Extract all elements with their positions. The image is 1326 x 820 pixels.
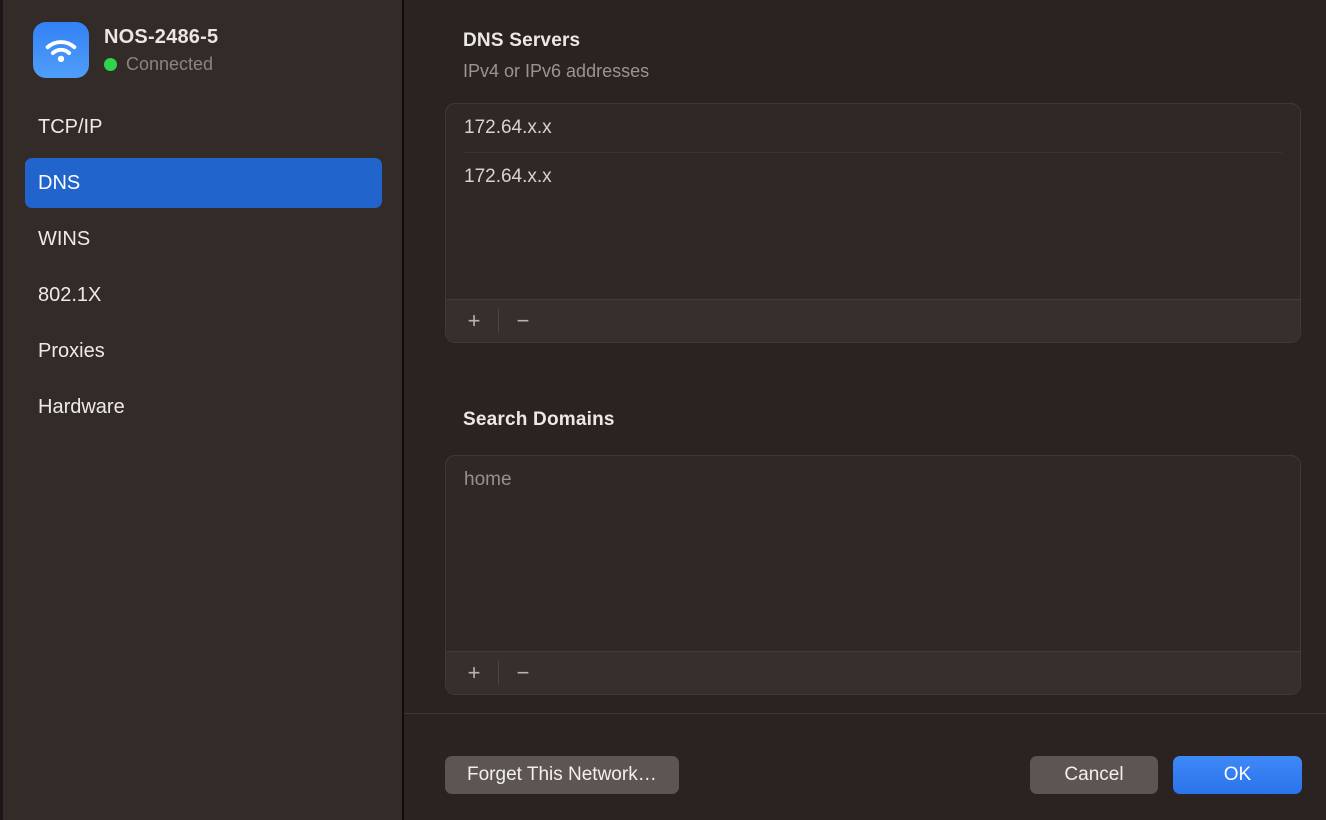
- search-domains-title: Search Domains: [463, 409, 615, 431]
- dns-listbox-footer: + −: [446, 299, 1300, 342]
- search-domains-listbox: home + −: [445, 455, 1301, 695]
- network-status: Connected: [104, 54, 218, 75]
- forget-network-button[interactable]: Forget This Network…: [445, 756, 679, 794]
- network-header: NOS-2486-5 Connected: [3, 0, 402, 78]
- network-meta: NOS-2486-5 Connected: [104, 26, 218, 75]
- search-add-button[interactable]: +: [456, 658, 492, 688]
- sidebar-item-dns[interactable]: DNS: [25, 158, 382, 208]
- connected-status-dot-icon: [104, 58, 117, 71]
- connected-status-label: Connected: [126, 54, 213, 75]
- sidebar: NOS-2486-5 Connected TCP/IP DNS WINS 802…: [0, 0, 404, 820]
- main-panel: DNS Servers IPv4 or IPv6 addresses 172.6…: [404, 0, 1326, 820]
- search-listbox-footer: + −: [446, 651, 1300, 694]
- sidebar-item-hardware[interactable]: Hardware: [25, 382, 382, 432]
- cancel-button[interactable]: Cancel: [1030, 756, 1158, 794]
- footer-separator: [498, 661, 499, 685]
- search-domain-entry[interactable]: home: [446, 456, 1300, 504]
- dns-add-button[interactable]: +: [456, 306, 492, 336]
- dns-servers-subtitle: IPv4 or IPv6 addresses: [463, 61, 649, 82]
- sidebar-item-tcpip[interactable]: TCP/IP: [25, 102, 382, 152]
- sidebar-item-proxies[interactable]: Proxies: [25, 326, 382, 376]
- sidebar-item-wins[interactable]: WINS: [25, 214, 382, 264]
- dns-server-entry[interactable]: 172.64.x.x: [446, 104, 1300, 152]
- sidebar-item-8021x[interactable]: 802.1X: [25, 270, 382, 320]
- ok-button[interactable]: OK: [1173, 756, 1302, 794]
- search-remove-button[interactable]: −: [505, 658, 541, 688]
- footer-separator: [498, 309, 499, 333]
- footer-bar: Forget This Network… Cancel OK: [404, 756, 1326, 796]
- sidebar-nav: TCP/IP DNS WINS 802.1X Proxies Hardware: [3, 102, 402, 432]
- dns-servers-listbox: 172.64.x.x 172.64.x.x + −: [445, 103, 1301, 343]
- dns-servers-title: DNS Servers: [463, 30, 580, 52]
- dns-remove-button[interactable]: −: [505, 306, 541, 336]
- footer-divider: [404, 713, 1326, 714]
- network-details-sheet: NOS-2486-5 Connected TCP/IP DNS WINS 802…: [0, 0, 1326, 820]
- network-name: NOS-2486-5: [104, 26, 218, 49]
- wifi-icon: [33, 22, 89, 78]
- dns-server-entry[interactable]: 172.64.x.x: [446, 153, 1300, 201]
